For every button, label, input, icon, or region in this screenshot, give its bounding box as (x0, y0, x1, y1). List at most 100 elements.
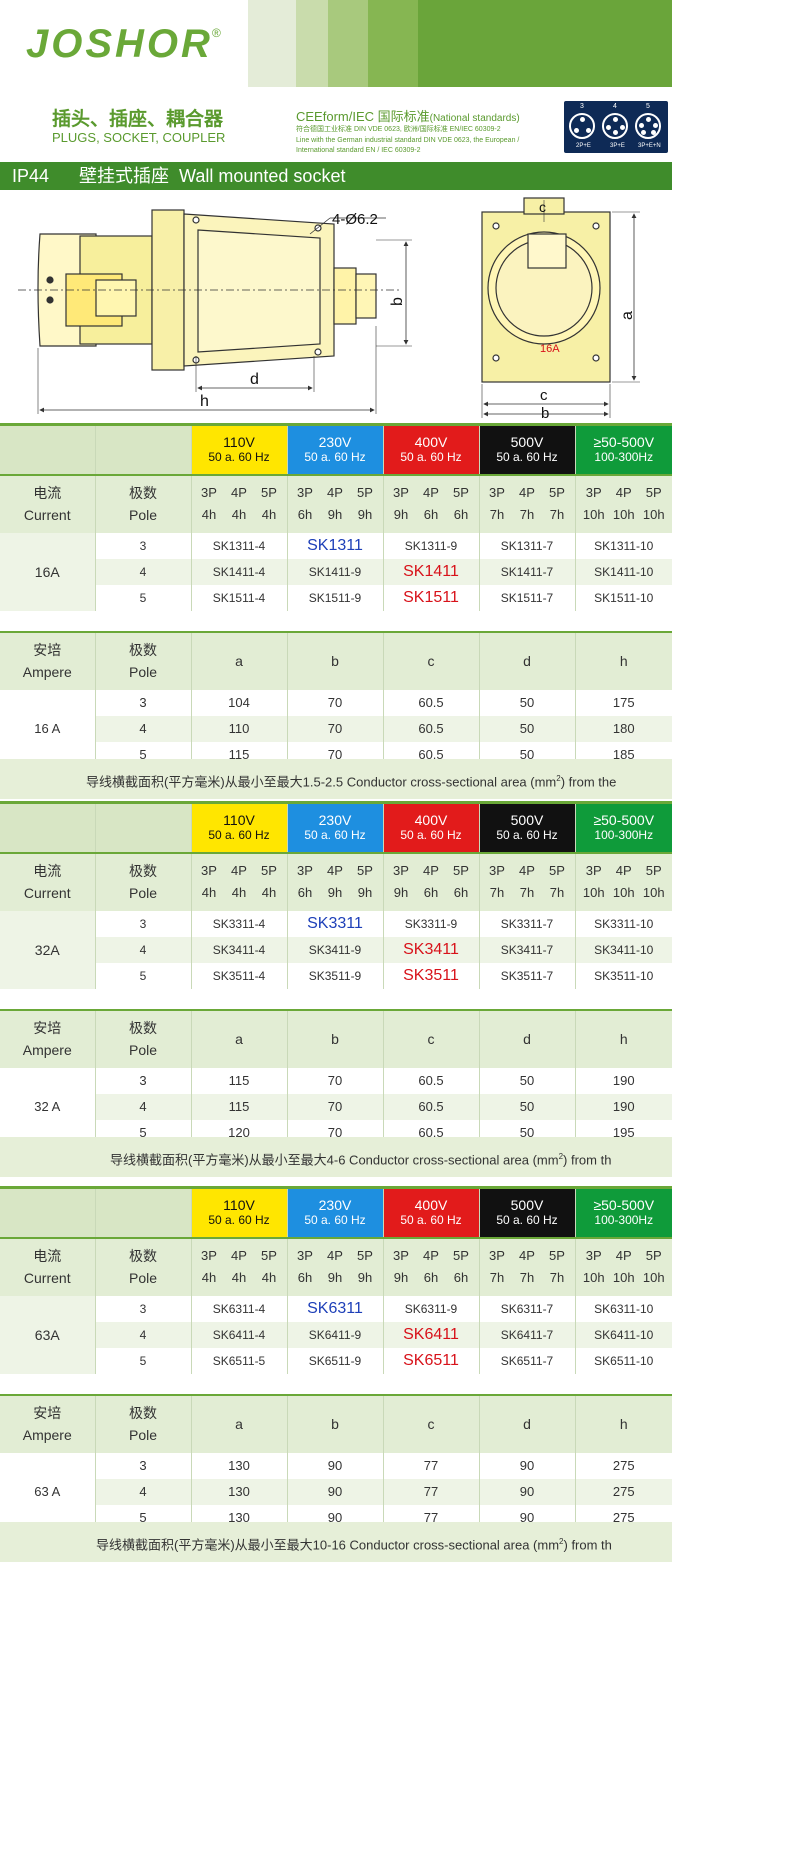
dimension-value: 90 (287, 1478, 384, 1505)
conductor-area-note: 导线横截面积(平方毫米)从最小至最大10-16 Conductor cross-… (0, 1522, 672, 1562)
socket-3pin-icon (569, 113, 595, 139)
part-number-cell: SK3511-9 (287, 962, 384, 989)
current-rating: 16A (0, 532, 96, 611)
dim-c-top-label: c (539, 199, 546, 215)
pin-configuration-diagram: 3 4 5 2P+E 3P+E 3P+E+N (564, 101, 668, 153)
ampere-rating: 63 A (0, 1452, 96, 1531)
frequency-label: 50 a. 60 Hz (304, 827, 366, 842)
pole-count: 3 (95, 532, 192, 559)
voltage-header-1: 230V 50 a. 60 Hz (287, 1186, 384, 1238)
part-number-cell: SK6311-10 (594, 1301, 654, 1316)
ip-rating: IP44 (12, 166, 50, 186)
voltage-header-row: 110V 50 a. 60 Hz 230V 50 a. 60 Hz 400V 50 a. … (0, 1186, 672, 1238)
part-number-table: 110V 50 a. 60 Hz 230V 50 a. 60 Hz 400V 50 a. … (0, 1186, 672, 1374)
part-number-cell: SK6511-9 (287, 1347, 384, 1374)
voltage-header-0: 110V 50 a. 60 Hz (191, 423, 288, 475)
dimension-col-header: a (191, 1008, 288, 1068)
pole-count: 3 (95, 689, 192, 716)
table-row: 5 SK3511-4 SK3511-9 SK3511 SK3511-7 SK3511-10 (0, 962, 672, 989)
pole-count: 4 (95, 558, 192, 585)
voltage-label: ≥50-500V (593, 433, 655, 450)
pole-header: 极数 Pole (95, 473, 192, 533)
voltage-label: 110V (223, 433, 255, 450)
frequency-label: 50 a. 60 Hz (304, 1212, 366, 1227)
voltage-header-2: 400V 50 a. 60 Hz (383, 1186, 480, 1238)
dimension-header-row: 安培 Ampere 极数 Pole a b c d h (0, 630, 672, 690)
current-rating: 63A (0, 1295, 96, 1374)
dimension-value: 90 (479, 1478, 576, 1505)
voltage-label: 230V (318, 433, 352, 450)
dimension-value: 275 (575, 1478, 672, 1505)
voltage-label: 400V (414, 1196, 448, 1213)
ampere-header: 安培 Ampere (0, 1393, 96, 1453)
dimension-col-header: h (575, 1393, 672, 1453)
dimension-value: 50 (479, 1093, 576, 1120)
pole-spec-header-0: 3P 4P 5P 4h 4h 4h (191, 1236, 288, 1296)
voltage-header-3: 500V 50 a. 60 Hz (479, 423, 576, 475)
part-number-cell: SK3311-4 (191, 910, 288, 937)
frequency-label: 50 a. 60 Hz (304, 449, 366, 464)
voltage-label: 400V (414, 811, 448, 828)
dimension-header-row: 安培 Ampere 极数 Pole a b c d h (0, 1008, 672, 1068)
part-number-table: 110V 50 a. 60 Hz 230V 50 a. 60 Hz 400V 50 a. … (0, 423, 672, 611)
voltage-label: 230V (318, 811, 352, 828)
technical-drawing: 4-Ø6.2 b d h 16A a c c b (0, 196, 672, 422)
table-row: 63A 3 SK6311-4 SK6311 SK6311-9 SK6311-7 SK6311… (0, 1295, 672, 1374)
dimension-col-header: d (479, 630, 576, 690)
part-number-cell: SK1311 (287, 532, 384, 559)
part-number-cell: SK3411-9 (287, 936, 384, 963)
dimension-col-header: c (383, 630, 480, 690)
dimension-value: 180 (575, 715, 672, 742)
dimension-table: 安培 Ampere 极数 Pole a b c d h 63 A 3 130 90 77 90 275 4 130… (0, 1393, 672, 1531)
pin-label-3pe: 3P+E (610, 143, 625, 149)
current-header: 电流 Current (0, 1236, 96, 1296)
blank-cell (0, 1186, 96, 1238)
voltage-label: 400V (414, 433, 448, 450)
conductor-area-note: 导线横截面积(平方毫米)从最小至最大4-6 Conductor cross-se… (0, 1137, 672, 1177)
frequency-label: 50 a. 60 Hz (400, 1212, 462, 1227)
frequency-label: 100-300Hz (594, 449, 654, 464)
dim-b-label: b (541, 405, 549, 420)
table-row: 16 A 3 104 70 60.5 50 175 (0, 689, 672, 768)
part-number-cell: SK3411-7 (479, 936, 576, 963)
dimension-value: 190 (575, 1093, 672, 1120)
part-number-cell: SK1411-9 (287, 558, 384, 585)
dimension-col-header: b (287, 1008, 384, 1068)
part-number-cell: SK6311-9 (383, 1295, 480, 1322)
voltage-header-row: 110V 50 a. 60 Hz 230V 50 a. 60 Hz 400V 50 a. … (0, 423, 672, 475)
dimension-value: 130 (191, 1478, 288, 1505)
frequency-label: 50 a. 60 Hz (496, 449, 558, 464)
frequency-label: 100-300Hz (594, 827, 654, 842)
part-number-cell: SK3511 (383, 962, 480, 989)
part-number-cell: SK1411-4 (191, 558, 288, 585)
part-number-cell: SK3311-10 (594, 916, 654, 931)
dimension-value: 190 (612, 1073, 635, 1088)
brand-logo: JOSHOR (26, 22, 213, 66)
dimension-value: 70 (287, 689, 384, 716)
frequency-label: 50 a. 60 Hz (400, 449, 462, 464)
part-number-cell: SK3511-7 (479, 962, 576, 989)
part-number-cell: SK6511-10 (594, 1353, 654, 1368)
dimension-col-header: a (191, 630, 288, 690)
pole-count: 4 (95, 1478, 192, 1505)
part-number-cell: SK3411 (383, 936, 480, 963)
pole-spec-header-1: 3P 4P 5P 6h 9h 9h (287, 851, 384, 911)
part-number-cell: SK6411-7 (479, 1321, 576, 1348)
pole-header-row: 电流 Current 极数 Pole 3P 4P 5P 4h 4h 4h 3P 4P 5P 6h 9h 9h 3… (0, 851, 672, 911)
dim-d-label: d (250, 371, 259, 388)
pole-count: 5 (95, 584, 192, 611)
ampere-header: 安培 Ampere (0, 1008, 96, 1068)
voltage-header-0: 110V 50 a. 60 Hz (191, 1186, 288, 1238)
ampere-rating: 16 A (0, 689, 96, 768)
standards-line-1: 符合德国工业标准 DIN VDE 0623, 欧洲/国际标准 EN/IEC 60… (296, 126, 501, 133)
pole-spec-header-4: 3P 4P 5P 10h 10h 10h (575, 1236, 672, 1296)
pole-count: 4 (95, 715, 192, 742)
dimension-table: 安培 Ampere 极数 Pole a b c d h 32 A 3 115 70 60.5 50 190 4 1… (0, 1008, 672, 1146)
header-stripes (248, 0, 672, 87)
pole-spec-header-4: 3P 4P 5P 10h 10h 10h (575, 473, 672, 533)
conductor-area-note: 导线横截面积(平方毫米)从最小至最大1.5-2.5 Conductor cros… (0, 759, 672, 799)
dimension-col-header: b (287, 1393, 384, 1453)
current-header: 电流 Current (0, 851, 96, 911)
dimension-value: 90 (287, 1452, 384, 1479)
frequency-label: 100-300Hz (594, 1212, 654, 1227)
